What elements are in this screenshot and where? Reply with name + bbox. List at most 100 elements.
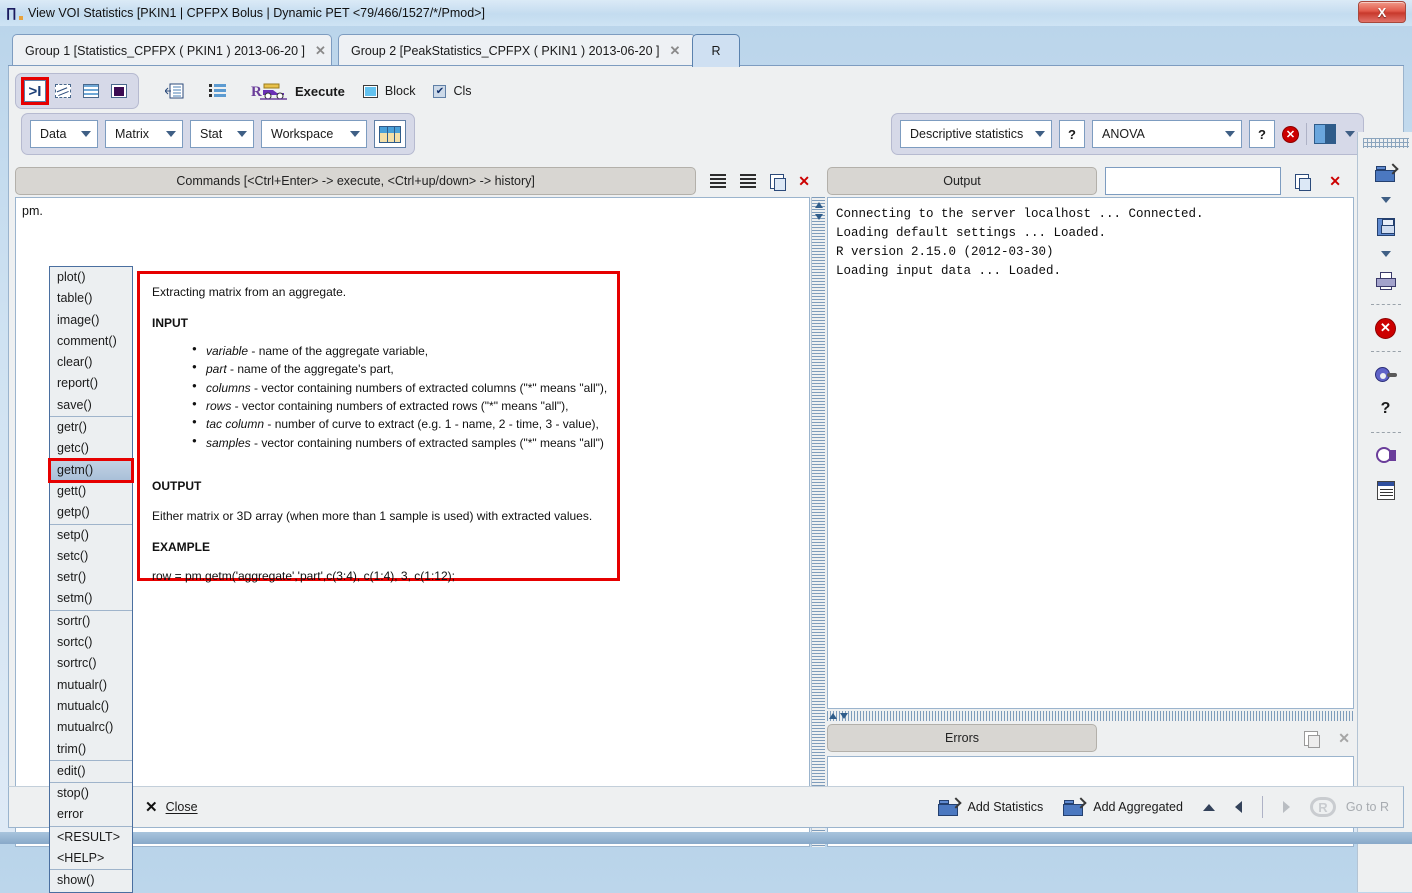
- indent-block-icon[interactable]: [163, 80, 185, 102]
- autocomplete-item[interactable]: sortr(): [50, 611, 132, 632]
- split-view-button[interactable]: [1314, 124, 1336, 144]
- chart-icon[interactable]: [52, 80, 74, 102]
- close-icon[interactable]: ✕: [1338, 730, 1350, 747]
- scroll-down-icon[interactable]: [815, 214, 823, 220]
- anova-help-button[interactable]: ?: [1249, 120, 1275, 148]
- grid-view-button[interactable]: [374, 120, 406, 148]
- autocomplete-item[interactable]: sortc(): [50, 632, 132, 653]
- help-question-icon[interactable]: ?: [1358, 392, 1412, 426]
- close-button[interactable]: ✕ Close: [145, 798, 198, 816]
- autocomplete-item[interactable]: gett(): [50, 481, 132, 502]
- autocomplete-item[interactable]: setp(): [50, 525, 132, 546]
- split-view-dropdown-caret-icon[interactable]: [1345, 131, 1355, 137]
- indent-right-icon[interactable]: [710, 174, 726, 188]
- print-icon[interactable]: [1358, 264, 1412, 298]
- autocomplete-list[interactable]: plot()table()image()comment()clear()repo…: [49, 266, 133, 893]
- block-label[interactable]: Block: [385, 84, 416, 98]
- splitter-collapse-up-icon[interactable]: [829, 713, 837, 719]
- autocomplete-item[interactable]: stop(): [50, 783, 132, 804]
- autocomplete-item[interactable]: comment(): [50, 331, 132, 352]
- tab-r[interactable]: R: [692, 34, 740, 67]
- nav-previous-icon[interactable]: [1235, 801, 1242, 813]
- save-dropdown-caret-icon[interactable]: [1358, 244, 1412, 264]
- help-input-desc: - vector containing numbers of extracted…: [231, 399, 568, 413]
- go-to-r-button[interactable]: R Go to R: [1310, 797, 1389, 817]
- add-aggregated-button[interactable]: Add Aggregated: [1063, 799, 1183, 816]
- filled-square-icon[interactable]: [108, 80, 130, 102]
- autocomplete-item[interactable]: save(): [50, 395, 132, 416]
- about-icon[interactable]: [1358, 439, 1412, 473]
- autocomplete-item[interactable]: show(): [50, 870, 132, 891]
- commands-scrollbar[interactable]: [811, 197, 825, 847]
- settings-gear-icon[interactable]: [1358, 358, 1412, 392]
- autocomplete-item[interactable]: mutualr(): [50, 675, 132, 696]
- autocomplete-item[interactable]: getm(): [50, 460, 132, 481]
- execute-label[interactable]: Execute: [295, 84, 345, 99]
- expand-panel-icon[interactable]: >I: [24, 80, 46, 102]
- execute-car-icon[interactable]: R: [251, 81, 291, 101]
- report-doc-icon[interactable]: [1358, 473, 1412, 507]
- anova-select[interactable]: ANOVA: [1092, 120, 1242, 148]
- autocomplete-item[interactable]: setm(): [50, 588, 132, 609]
- cls-checkbox[interactable]: ✔: [433, 85, 446, 98]
- tab-group-1-close-icon[interactable]: ✕: [315, 43, 326, 59]
- autocomplete-item[interactable]: getp(): [50, 502, 132, 523]
- block-icon[interactable]: [363, 85, 378, 98]
- autocomplete-item[interactable]: sortrc(): [50, 653, 132, 674]
- autocomplete-item[interactable]: clear(): [50, 352, 132, 373]
- copy-icon[interactable]: [770, 174, 784, 189]
- autocomplete-item[interactable]: report(): [50, 373, 132, 394]
- workspace-menu[interactable]: Workspace: [261, 120, 367, 148]
- autocomplete-item[interactable]: error: [50, 804, 132, 825]
- autocomplete-item[interactable]: <HELP>: [50, 848, 132, 869]
- autocomplete-item[interactable]: trim(): [50, 739, 132, 760]
- help-input-term: rows: [206, 399, 231, 413]
- commands-title: Commands [<Ctrl+Enter> -> execute, <Ctrl…: [15, 167, 696, 195]
- descriptive-statistics-select[interactable]: Descriptive statistics: [900, 120, 1052, 148]
- autocomplete-item[interactable]: setc(): [50, 546, 132, 567]
- stat-menu[interactable]: Stat: [190, 120, 254, 148]
- autocomplete-item[interactable]: getr(): [50, 417, 132, 438]
- autocomplete-item[interactable]: image(): [50, 310, 132, 331]
- commands-title-label: Commands [<Ctrl+Enter> -> execute, <Ctrl…: [176, 174, 535, 188]
- autocomplete-item[interactable]: <RESULT>: [50, 827, 132, 848]
- autocomplete-item[interactable]: mutualrc(): [50, 717, 132, 738]
- cls-label[interactable]: Cls: [453, 84, 471, 98]
- matrix-menu[interactable]: Matrix: [105, 120, 183, 148]
- scroll-up-icon[interactable]: [815, 202, 823, 208]
- list-icon[interactable]: [207, 80, 229, 102]
- open-folder-icon[interactable]: [1358, 156, 1412, 190]
- tab-group-2[interactable]: Group 2 [PeakStatistics_CPFPX ( PKIN1 ) …: [338, 34, 696, 66]
- nav-up-icon[interactable]: [1203, 804, 1215, 811]
- autocomplete-item[interactable]: edit(): [50, 761, 132, 782]
- open-dropdown-caret-icon[interactable]: [1358, 190, 1412, 210]
- tab-group-2-close-icon[interactable]: ✕: [669, 43, 680, 59]
- descriptive-statistics-help-button[interactable]: ?: [1059, 120, 1085, 148]
- stop-icon[interactable]: ✕: [1358, 311, 1412, 345]
- add-statistics-button[interactable]: Add Statistics: [938, 799, 1044, 816]
- autocomplete-group: <RESULT><HELP>: [50, 827, 132, 871]
- autocomplete-item[interactable]: setr(): [50, 567, 132, 588]
- copy-icon[interactable]: [1295, 174, 1309, 189]
- close-icon[interactable]: ✕: [798, 173, 810, 190]
- indent-left-icon[interactable]: [740, 174, 756, 188]
- nav-next-icon[interactable]: [1283, 801, 1290, 813]
- divider: [1262, 796, 1263, 818]
- output-filter-input[interactable]: [1105, 167, 1281, 195]
- help-input-item: rows - vector containing numbers of extr…: [206, 398, 605, 415]
- window-close-button[interactable]: X: [1358, 1, 1406, 23]
- copy-icon[interactable]: [1304, 731, 1318, 746]
- data-menu[interactable]: Data: [30, 120, 98, 148]
- rail-grip[interactable]: [1363, 138, 1409, 148]
- splitter-collapse-down-icon[interactable]: [840, 713, 848, 719]
- autocomplete-item[interactable]: mutualc(): [50, 696, 132, 717]
- autocomplete-item[interactable]: plot(): [50, 267, 132, 288]
- autocomplete-item[interactable]: getc(): [50, 438, 132, 459]
- save-icon[interactable]: [1358, 210, 1412, 244]
- output-errors-splitter[interactable]: [827, 711, 1354, 721]
- stop-icon[interactable]: ✕: [1282, 126, 1299, 143]
- autocomplete-item[interactable]: table(): [50, 288, 132, 309]
- tab-group-1[interactable]: Group 1 [Statistics_CPFPX ( PKIN1 ) 2013…: [12, 34, 332, 66]
- close-icon[interactable]: ✕: [1329, 173, 1341, 190]
- table-lines-icon[interactable]: [80, 80, 102, 102]
